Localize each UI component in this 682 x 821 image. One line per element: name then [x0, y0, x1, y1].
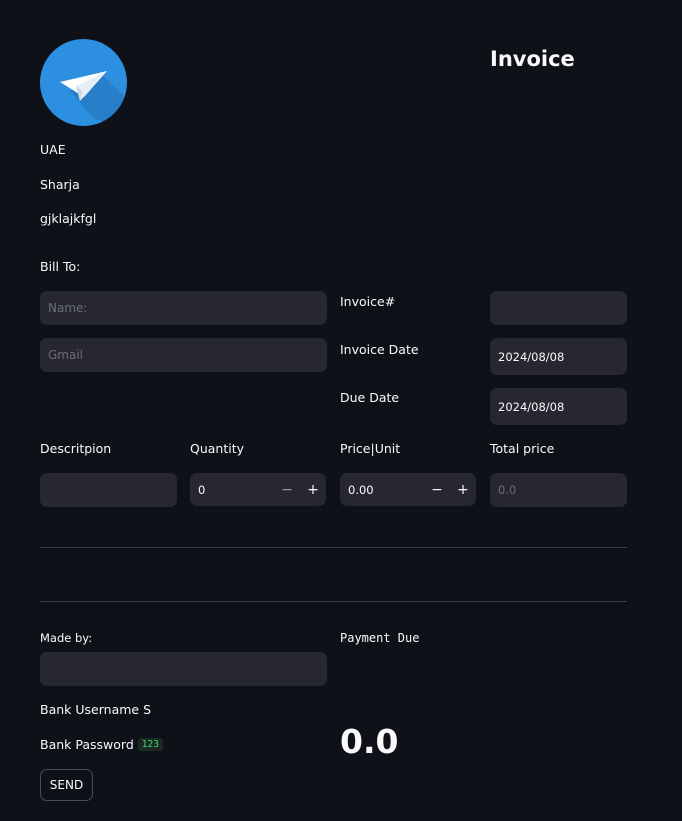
bank-username-label: Bank Username S — [40, 702, 151, 717]
page-title: Invoice — [490, 47, 575, 71]
invoice-number-label: Invoice# — [340, 294, 396, 309]
paper-plane-icon — [60, 71, 127, 126]
total-price-label: Total price — [490, 441, 555, 456]
divider-bottom — [40, 601, 627, 602]
invoice-date-value: 2024/08/08 — [498, 349, 565, 364]
sender-city: Sharja — [40, 177, 80, 192]
made-by-input[interactable] — [40, 652, 327, 686]
description-label: Descritpion — [40, 441, 112, 456]
price-decrement-button[interactable]: − — [424, 482, 450, 498]
bank-password-badge: 123 — [137, 738, 163, 751]
bank-password-row: Bank Password 123 — [40, 737, 163, 752]
payment-due-value: 0.0 — [340, 722, 399, 761]
sender-country: UAE — [40, 142, 66, 157]
total-price-field: 0.0 — [490, 473, 627, 507]
quantity-value: 0 — [198, 482, 206, 497]
invoice-number-input[interactable] — [490, 291, 627, 325]
price-unit-label: Price|Unit — [340, 441, 401, 456]
price-unit-value: 0.00 — [348, 482, 374, 497]
quantity-increment-button[interactable]: + — [300, 482, 326, 498]
total-price-value: 0.0 — [498, 483, 517, 497]
due-date-value: 2024/08/08 — [498, 399, 565, 414]
gmail-input[interactable] — [40, 338, 327, 372]
bank-password-label: Bank Password — [40, 737, 134, 752]
logo — [40, 39, 127, 126]
invoice-date-input[interactable]: 2024/08/08 — [490, 338, 627, 375]
bill-to-label: Bill To: — [40, 259, 81, 274]
name-input[interactable] — [40, 291, 327, 325]
divider-top — [40, 547, 627, 548]
due-date-input[interactable]: 2024/08/08 — [490, 388, 627, 425]
made-by-label: Made by: — [40, 631, 93, 645]
send-button[interactable]: SEND — [40, 769, 93, 801]
description-input[interactable] — [40, 473, 177, 507]
invoice-date-label: Invoice Date — [340, 342, 419, 357]
price-increment-button[interactable]: + — [450, 482, 476, 498]
sender-address: gjklajkfgl — [40, 211, 97, 226]
quantity-decrement-button[interactable]: − — [274, 482, 300, 498]
quantity-stepper[interactable]: 0 − + — [190, 473, 326, 506]
payment-due-label: Payment Due — [340, 631, 420, 645]
quantity-label: Quantity — [190, 441, 245, 456]
price-unit-stepper[interactable]: 0.00 − + — [340, 473, 476, 506]
due-date-label: Due Date — [340, 390, 400, 405]
